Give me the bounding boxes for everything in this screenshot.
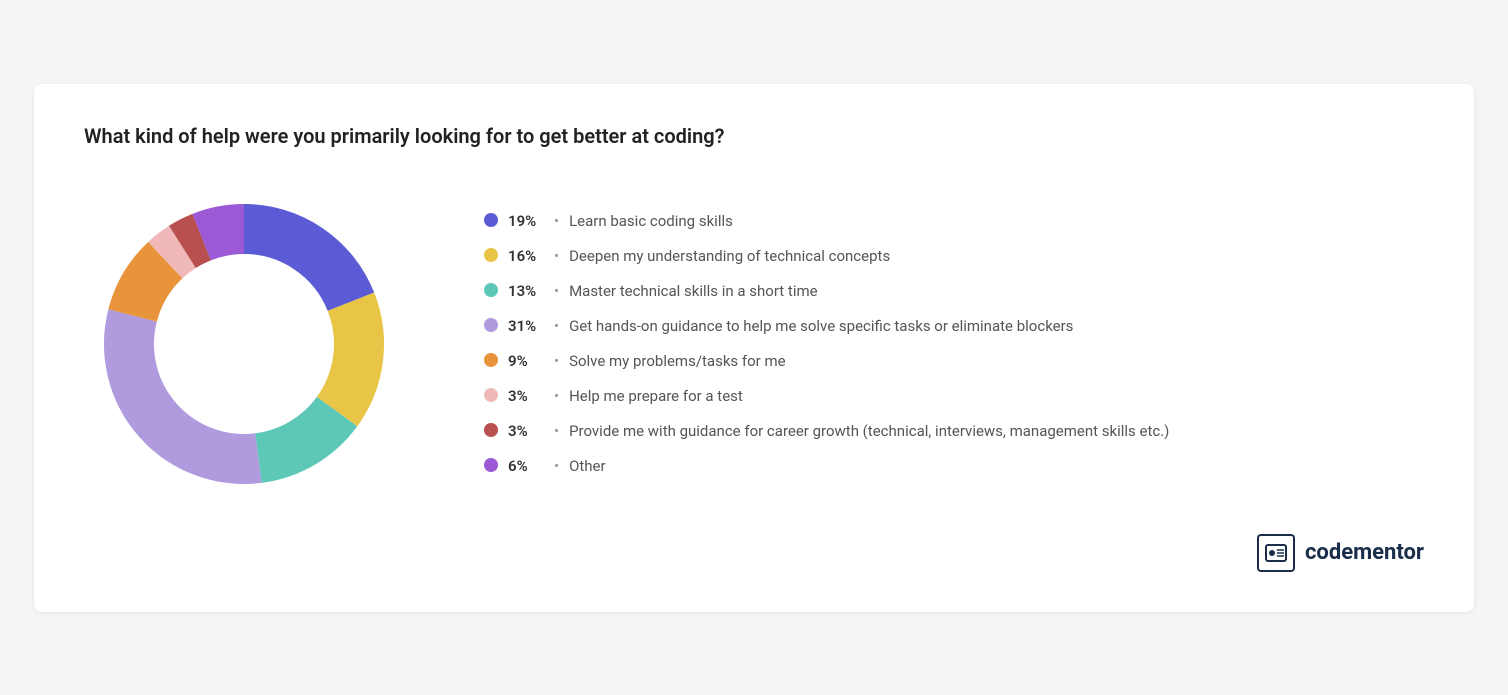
survey-question: What kind of help were you primarily loo… [84,124,1424,148]
legend-item: 6% • Other [484,456,1424,477]
legend-dot [484,423,498,437]
legend-pct: 3% [508,386,544,407]
legend-bullet: • [554,456,559,477]
legend-dot [484,248,498,262]
chart-area: 19% • Learn basic coding skills 16% • Deepe… [84,184,1424,504]
legend-pct: 9% [508,351,544,372]
legend-dot [484,353,498,367]
brand-icon [1257,534,1295,572]
legend-label: Solve my problems/tasks for me [569,351,786,372]
legend-label: Deepen my understanding of technical con… [569,246,890,267]
legend-item: 3% • Provide me with guidance for career … [484,421,1424,442]
legend-pct: 31% [508,316,544,337]
legend-dot [484,388,498,402]
legend-item: 13% • Master technical skills in a short … [484,281,1424,302]
legend-bullet: • [554,386,559,407]
legend-dot [484,213,498,227]
legend-pct: 13% [508,281,544,302]
legend-dot [484,318,498,332]
legend-pct: 19% [508,211,544,232]
legend-label: Get hands-on guidance to help me solve s… [569,316,1073,337]
legend-bullet: • [554,281,559,302]
legend-item: 9% • Solve my problems/tasks for me [484,351,1424,372]
legend-item: 31% • Get hands-on guidance to help me so… [484,316,1424,337]
legend-item: 3% • Help me prepare for a test [484,386,1424,407]
legend-dot [484,283,498,297]
legend-label: Help me prepare for a test [569,386,743,407]
brand-logo: codementor [1257,534,1424,572]
donut-chart [84,184,404,504]
legend-bullet: • [554,421,559,442]
legend-pct: 6% [508,456,544,477]
legend-bullet: • [554,211,559,232]
legend-label: Other [569,456,606,477]
legend-pct: 3% [508,421,544,442]
footer: codementor [84,534,1424,572]
survey-card: What kind of help were you primarily loo… [34,84,1474,612]
legend-pct: 16% [508,246,544,267]
legend-bullet: • [554,316,559,337]
legend-bullet: • [554,246,559,267]
legend-label: Provide me with guidance for career grow… [569,421,1169,442]
legend-label: Learn basic coding skills [569,211,733,232]
legend-item: 16% • Deepen my understanding of technica… [484,246,1424,267]
legend-item: 19% • Learn basic coding skills [484,211,1424,232]
legend-bullet: • [554,351,559,372]
legend: 19% • Learn basic coding skills 16% • Deepe… [484,211,1424,477]
brand-name: codementor [1305,540,1424,565]
legend-dot [484,458,498,472]
legend-label: Master technical skills in a short time [569,281,818,302]
donut-svg [84,184,404,504]
